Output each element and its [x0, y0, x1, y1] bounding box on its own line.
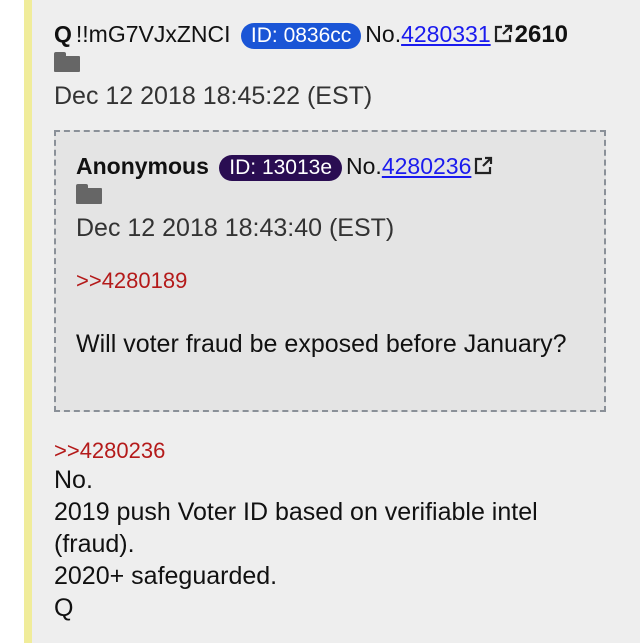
folder-icon[interactable] [54, 52, 80, 72]
post-body-line: 2019 push Voter ID based on verifiable i… [54, 498, 538, 526]
post-number-label: No. [365, 21, 402, 47]
post-body-line: (fraud). [54, 530, 135, 558]
external-link-icon[interactable] [473, 154, 493, 182]
quoted-reply-reference[interactable]: >>4280189 [76, 268, 187, 294]
post-body-line: Q [54, 594, 74, 622]
quoted-poster-name: Anonymous [76, 153, 209, 179]
reply-reference[interactable]: >>4280236 [54, 438, 165, 464]
post-date: Dec 12 2018 18:45:22 (EST) [54, 82, 373, 110]
poster-id-badge[interactable]: ID: 0836cc [240, 23, 362, 49]
folder-icon[interactable] [76, 184, 102, 204]
quoted-id-badge[interactable]: ID: 13013e [219, 155, 343, 181]
quoted-post-text: Will voter fraud be exposed before Janua… [76, 330, 567, 358]
post-body: No. 2019 push Voter ID based on verifiab… [54, 464, 634, 624]
tripcode: !!mG7VJxZNCI [75, 21, 231, 47]
poster-name: Q [54, 21, 72, 47]
post-number-link[interactable]: 4280331 [401, 21, 491, 47]
external-link-icon[interactable] [493, 22, 513, 50]
post-body-line: 2020+ safeguarded. [54, 562, 278, 590]
quoted-post-header: Anonymous ID: 13013e No.4280236 [76, 152, 495, 182]
reply-count: 2610 [514, 21, 569, 48]
quoted-number-link[interactable]: 4280236 [382, 153, 472, 179]
quoted-number-label: No. [346, 153, 382, 179]
post-body-line: No. [54, 466, 93, 494]
post-header: Q !!mG7VJxZNCI ID: 0836cc No.4280331 2610 [54, 20, 568, 50]
quoted-post-date: Dec 12 2018 18:43:40 (EST) [76, 214, 395, 242]
quoted-post: Anonymous ID: 13013e No.4280236 Dec 12 20… [54, 130, 606, 412]
post-container: Q !!mG7VJxZNCI ID: 0836cc No.4280331 2610 D… [24, 0, 640, 643]
